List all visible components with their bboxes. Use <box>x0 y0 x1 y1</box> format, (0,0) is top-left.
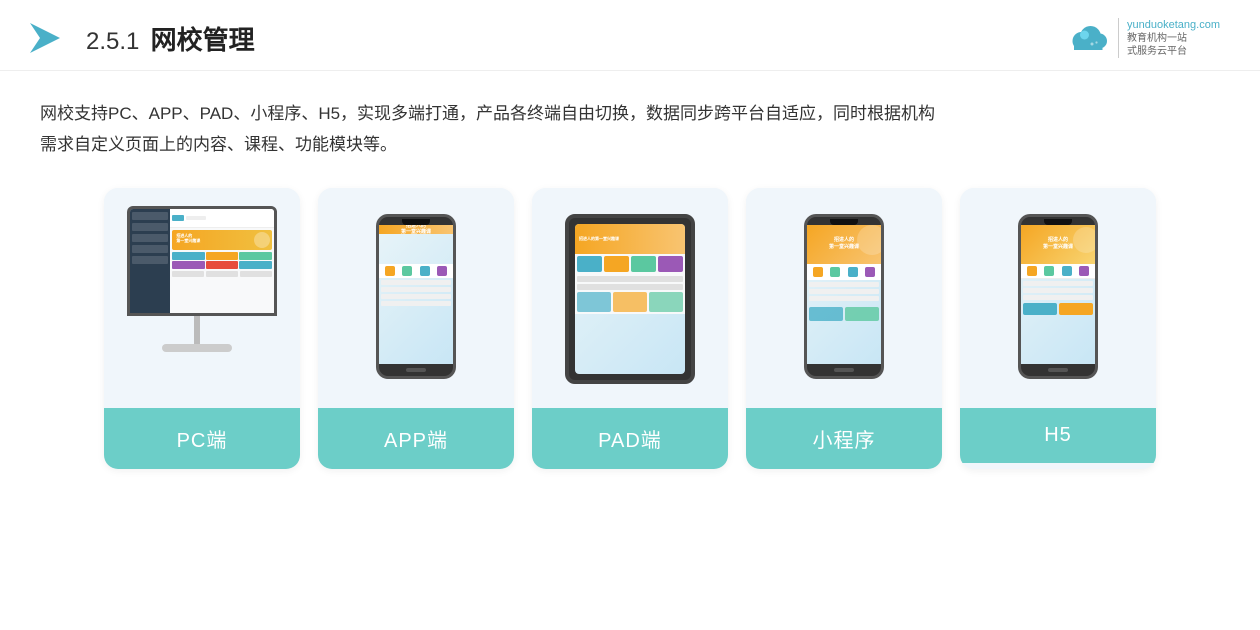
description-line1: 网校支持PC、APP、PAD、小程序、H5，实现多端打通，产品各终端自由切换，数… <box>40 99 1220 130</box>
header-left: 2.5.1 网校管理 <box>30 18 255 58</box>
phone-miniprogram-body: 招进人的第一堂兴趣课 <box>804 214 884 379</box>
device-miniprogram-phone: 招进人的第一堂兴趣课 <box>804 214 884 389</box>
phone-miniprogram-screen: 招进人的第一堂兴趣课 <box>807 225 881 364</box>
card-h5: 招进人的第一堂兴趣课 <box>960 188 1156 469</box>
phone-h5-screen: 招进人的第一堂兴趣课 <box>1021 225 1095 364</box>
phone-h5-body: 招进人的第一堂兴趣课 <box>1018 214 1098 379</box>
card-pc-image: 招进人的第一堂兴趣课 <box>104 188 300 408</box>
phone-app-screen: 招进人的第一堂兴趣课 <box>379 225 453 364</box>
description-line2: 需求自定义页面上的内容、课程、功能模块等。 <box>40 130 1220 161</box>
card-h5-image: 招进人的第一堂兴趣课 <box>960 188 1156 408</box>
device-pad-tablet: 招进人的第一堂兴趣课 <box>565 214 695 389</box>
page-wrapper: 2.5.1 网校管理 yunduoketang.com 教育机构一站 <box>0 0 1260 630</box>
card-app-image: 招进人的第一堂兴趣课 <box>318 188 514 408</box>
logo-arrow-icon <box>30 18 70 58</box>
brand-text-block: yunduoketang.com 教育机构一站 式服务云平台 <box>1118 18 1220 58</box>
card-app-label: APP端 <box>318 408 514 469</box>
page-title: 2.5.1 网校管理 <box>86 20 255 57</box>
tablet-pad-screen: 招进人的第一堂兴趣课 <box>575 224 685 374</box>
device-app-phone: 招进人的第一堂兴趣课 <box>376 214 456 389</box>
tablet-pad-body: 招进人的第一堂兴趣课 <box>565 214 695 384</box>
description: 网校支持PC、APP、PAD、小程序、H5，实现多端打通，产品各终端自由切换，数… <box>0 71 1260 178</box>
device-h5-phone: 招进人的第一堂兴趣课 <box>1018 214 1098 389</box>
card-pad: 招进人的第一堂兴趣课 <box>532 188 728 469</box>
card-miniprogram-image: 招进人的第一堂兴趣课 <box>746 188 942 408</box>
monitor-body: 招进人的第一堂兴趣课 <box>127 206 277 316</box>
header: 2.5.1 网校管理 yunduoketang.com 教育机构一站 <box>0 0 1260 71</box>
brand-logo: yunduoketang.com 教育机构一站 式服务云平台 <box>1068 18 1220 58</box>
card-h5-label: H5 <box>960 408 1156 463</box>
card-pc-label: PC端 <box>104 408 300 469</box>
card-miniprogram: 招进人的第一堂兴趣课 <box>746 188 942 469</box>
monitor-base <box>162 344 232 352</box>
card-app: 招进人的第一堂兴趣课 <box>318 188 514 469</box>
cards-section: 招进人的第一堂兴趣课 <box>0 178 1260 499</box>
card-miniprogram-label: 小程序 <box>746 408 942 469</box>
card-pc: 招进人的第一堂兴趣课 <box>104 188 300 469</box>
monitor-stand <box>194 316 200 344</box>
monitor-screen: 招进人的第一堂兴趣课 <box>130 209 274 313</box>
card-pad-label: PAD端 <box>532 408 728 469</box>
phone-app-body: 招进人的第一堂兴趣课 <box>376 214 456 379</box>
device-pc: 招进人的第一堂兴趣课 <box>122 206 282 396</box>
brand-cloud-icon <box>1068 22 1110 54</box>
card-pad-image: 招进人的第一堂兴趣课 <box>532 188 728 408</box>
pc-screen-content: 招进人的第一堂兴趣课 <box>130 209 274 313</box>
